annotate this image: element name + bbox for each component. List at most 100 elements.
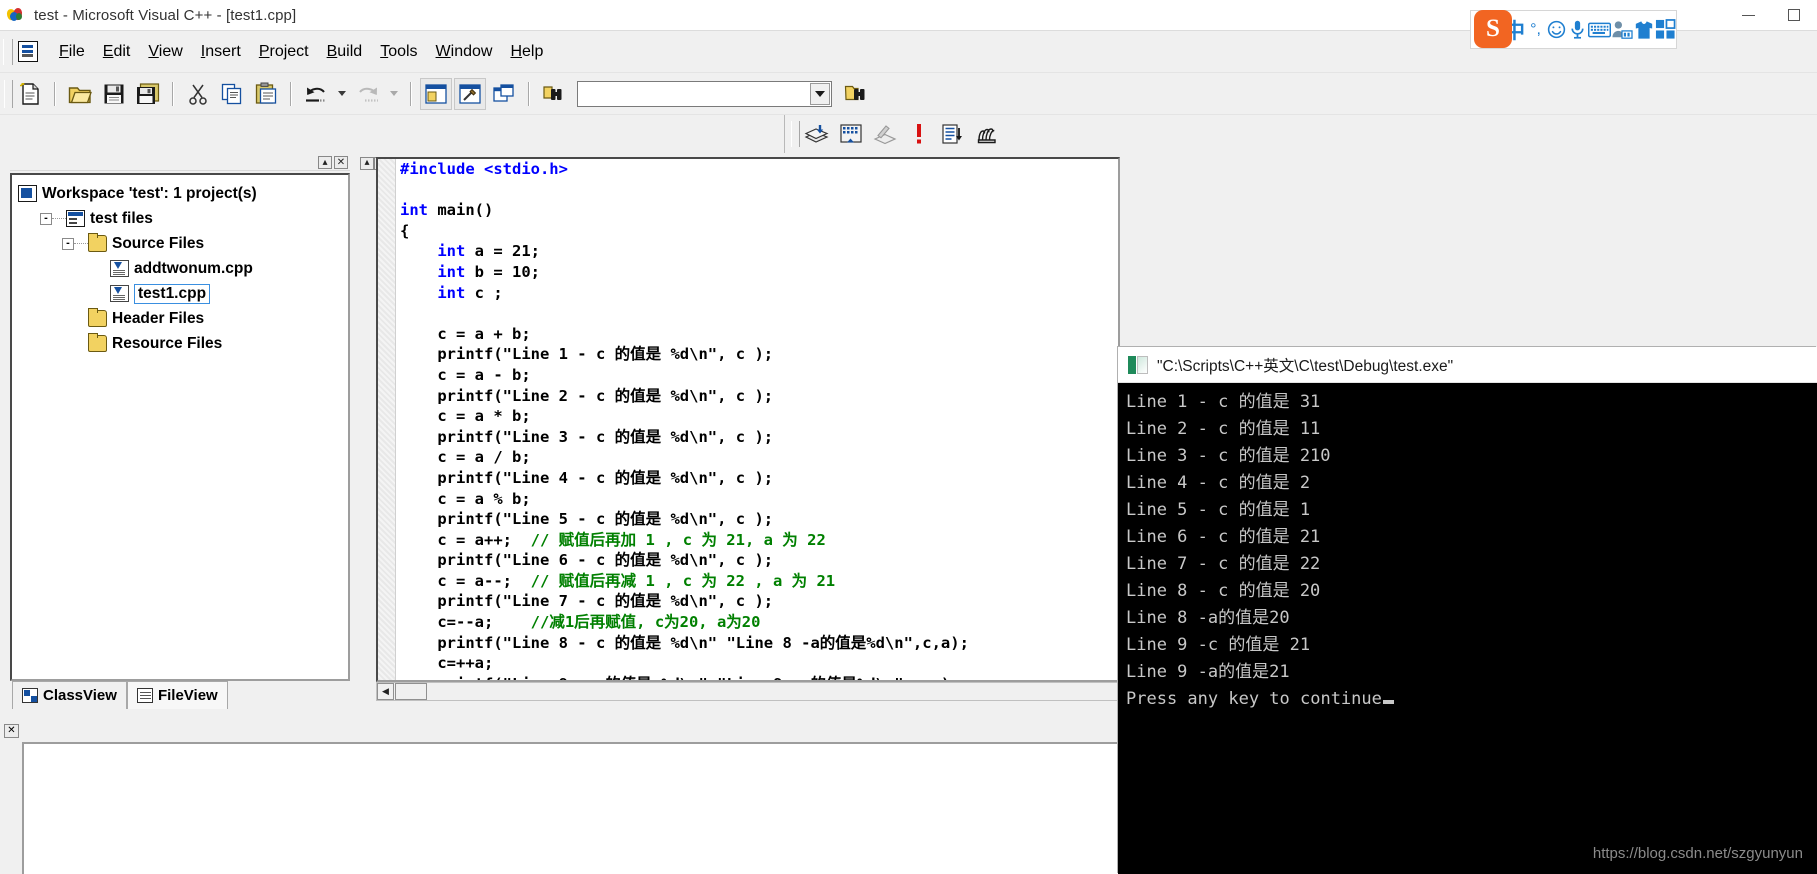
code-text: b = 10;: [465, 262, 540, 281]
console-line: Line 8 -a的值是20: [1126, 608, 1290, 628]
console-line: Line 9 -c 的值是 21: [1126, 635, 1311, 655]
undo-dropdown-button[interactable]: [334, 78, 350, 110]
tab-classview[interactable]: ClassView: [12, 681, 127, 709]
tree-item-label: test files: [90, 209, 153, 227]
emoji-icon[interactable]: [1546, 13, 1567, 46]
editor-code-text[interactable]: #include <stdio.h> int main(){ int a = 2…: [400, 159, 1118, 680]
code-text: printf("Line 2 - c 的值是 %d\n", c );: [400, 386, 774, 405]
workspace-close-button[interactable]: ✕: [334, 156, 348, 169]
tree-expander[interactable]: -: [40, 212, 52, 225]
sogou-logo[interactable]: S: [1472, 8, 1514, 50]
user-input-icon[interactable]: [1611, 13, 1633, 46]
go-debug-button[interactable]: [937, 118, 969, 150]
output-close-button[interactable]: ✕: [4, 724, 19, 738]
console-line: Line 2 - c 的值是 11: [1126, 419, 1321, 439]
code-editor[interactable]: #include <stdio.h> int main(){ int a = 2…: [376, 157, 1120, 682]
menu-item-insert[interactable]: Insert: [192, 40, 250, 64]
editor-horizontal-scrollbar[interactable]: ◀: [376, 682, 1120, 701]
open-file-button[interactable]: [64, 78, 96, 110]
scroll-left-button[interactable]: ◀: [377, 683, 394, 700]
find-combo-dropdown[interactable]: [810, 82, 830, 105]
project-icon: [66, 210, 85, 227]
toolbox-icon[interactable]: [1655, 13, 1676, 46]
redo-button[interactable]: [352, 78, 384, 110]
code-line: c = a % b;: [400, 489, 1118, 510]
scroll-thumb[interactable]: [395, 683, 427, 700]
vc6-main-window: test - Microsoft Visual C++ - [test1.cpp…: [0, 0, 1817, 874]
menu-item-project[interactable]: Project: [250, 40, 318, 64]
tree-item-label: addtwonum.cpp: [134, 259, 253, 277]
console-titlebar: "C:\Scripts\C++英文\C\test\Debug\test.exe": [1118, 347, 1817, 383]
skin-icon[interactable]: [1633, 13, 1655, 46]
console-line: Line 8 - c 的值是 20: [1126, 581, 1321, 601]
insert-breakpoint-button[interactable]: [971, 118, 1003, 150]
minimize-button[interactable]: [1725, 0, 1771, 30]
editor-minimize-button[interactable]: ▴: [360, 156, 374, 170]
code-line: c = a++; // 赋值后再加 1 , c 为 21, a 为 22: [400, 530, 1118, 551]
menu-item-window[interactable]: Window: [427, 40, 502, 64]
code-text: printf("Line 9 -c 的值是 %d\n" "Line 9 -a的值…: [400, 675, 959, 680]
undo-button[interactable]: [300, 78, 332, 110]
copy-button[interactable]: [216, 78, 248, 110]
output-toggle-button[interactable]: [454, 77, 486, 110]
menu-item-file[interactable]: File: [50, 40, 94, 64]
tree-item-resource-files[interactable]: Resource Files: [18, 331, 348, 356]
console-line: Line 3 - c 的值是 210: [1126, 446, 1331, 466]
code-line: {: [400, 221, 1118, 242]
save-button[interactable]: [98, 78, 130, 110]
workspace-minimize-button[interactable]: ▴: [318, 156, 332, 169]
workspace-titlebar: ▴ ✕: [10, 155, 350, 171]
code-line: c=++a;: [400, 653, 1118, 674]
find-next-button[interactable]: [840, 78, 872, 110]
tree-item-label: test1.cpp: [134, 283, 211, 304]
console-line: Line 5 - c 的值是 1: [1126, 500, 1311, 520]
tree-item-test-files[interactable]: - test files: [18, 206, 348, 231]
microphone-icon[interactable]: [1567, 13, 1588, 46]
tree-item-workspace-test-1-project-s-[interactable]: Workspace 'test': 1 project(s): [18, 181, 348, 206]
build-button[interactable]: [835, 118, 867, 150]
menu-item-view[interactable]: View: [139, 40, 191, 64]
stop-build-button[interactable]: [869, 118, 901, 150]
console-window-icon: [1128, 355, 1148, 374]
code-line: c = a * b;: [400, 406, 1118, 427]
toolbar-drag-grip[interactable]: [4, 79, 13, 108]
cut-button[interactable]: [182, 78, 214, 110]
window-list-button[interactable]: [488, 78, 520, 110]
paste-button[interactable]: [250, 78, 282, 110]
execute-program-button[interactable]: [903, 118, 935, 150]
menu-item-tools[interactable]: Tools: [371, 40, 426, 64]
redo-dropdown-button[interactable]: [386, 78, 402, 110]
menu-item-help[interactable]: Help: [501, 40, 552, 64]
tree-item-header-files[interactable]: Header Files: [18, 306, 348, 331]
keyboard-icon[interactable]: [1588, 13, 1611, 46]
workspace-toggle-button[interactable]: [420, 77, 452, 110]
tree-item-addtwonum-cpp[interactable]: addtwonum.cpp: [18, 256, 348, 281]
save-all-button[interactable]: [132, 78, 164, 110]
menu-drag-grip[interactable]: [3, 38, 13, 65]
menu-item-edit[interactable]: Edit: [94, 40, 140, 64]
restore-button[interactable]: [1771, 0, 1817, 30]
new-file-button[interactable]: [14, 78, 46, 110]
cpp-file-icon: [110, 285, 129, 302]
folder-icon: [88, 233, 107, 252]
find-in-files-button[interactable]: [538, 78, 570, 110]
tree-item-test1-cpp[interactable]: test1.cpp: [18, 281, 348, 306]
code-line: printf("Line 2 - c 的值是 %d\n", c );: [400, 386, 1118, 407]
code-text: printf("Line 3 - c 的值是 %d\n", c );: [400, 427, 774, 446]
console-cursor: [1382, 700, 1394, 704]
find-combo[interactable]: [577, 80, 832, 107]
menu-item-build[interactable]: Build: [318, 40, 372, 64]
code-text: c = a--;: [400, 571, 531, 590]
console-window[interactable]: "C:\Scripts\C++英文\C\test\Debug\test.exe"…: [1118, 347, 1817, 874]
ime-punctuation-toggle[interactable]: °,: [1525, 13, 1546, 46]
code-text: c=++a;: [400, 654, 494, 673]
compile-button[interactable]: [801, 118, 833, 150]
tree-expander[interactable]: -: [62, 237, 74, 250]
code-line: int c ;: [400, 283, 1118, 304]
folder-icon: [88, 333, 107, 352]
workspace-tree[interactable]: Workspace 'test': 1 project(s) - test file…: [10, 173, 350, 681]
tab-fileview[interactable]: FileView: [126, 681, 228, 709]
editor-gutter: [378, 159, 396, 680]
tree-item-source-files[interactable]: - Source Files: [18, 231, 348, 256]
